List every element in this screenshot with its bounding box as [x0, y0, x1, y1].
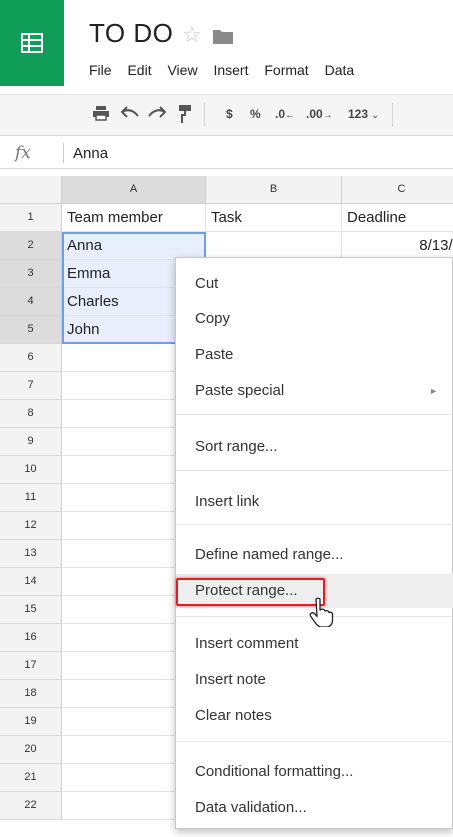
- toolbar-separator: [392, 103, 393, 127]
- formula-input[interactable]: Anna: [73, 145, 108, 162]
- context-menu: Cut Copy Paste Paste special ► Sort range…: [175, 257, 453, 829]
- row-number[interactable]: 7: [0, 372, 62, 400]
- menu-item-conditional-formatting[interactable]: Conditional formatting...: [176, 755, 453, 789]
- row-number[interactable]: 8: [0, 400, 62, 428]
- column-header-b[interactable]: B: [206, 176, 342, 204]
- row-number[interactable]: 13: [0, 540, 62, 568]
- menu-file[interactable]: File: [89, 62, 112, 78]
- formula-bar: fx Anna: [0, 137, 453, 169]
- row-number[interactable]: 2: [0, 232, 62, 260]
- row-number[interactable]: 1: [0, 204, 62, 232]
- menu-separator: [176, 616, 453, 617]
- menu-format[interactable]: Format: [264, 62, 308, 78]
- fx-icon: fx: [15, 143, 31, 163]
- menu-insert[interactable]: Insert: [213, 62, 248, 78]
- cell-c[interactable]: 8/13/2: [342, 232, 453, 260]
- undo-icon[interactable]: [120, 105, 139, 122]
- select-all-corner[interactable]: [0, 176, 62, 204]
- menu-view[interactable]: View: [167, 62, 197, 78]
- row-number[interactable]: 12: [0, 512, 62, 540]
- menu-edit[interactable]: Edit: [127, 62, 151, 78]
- row-number[interactable]: 19: [0, 708, 62, 736]
- redo-icon[interactable]: [148, 105, 167, 122]
- decrease-decimal-label: .0: [275, 107, 286, 121]
- currency-format-button[interactable]: $: [226, 107, 233, 121]
- column-header-a[interactable]: A: [62, 176, 206, 204]
- paste-special-label: Paste special: [195, 382, 285, 399]
- menu-separator: [176, 741, 453, 742]
- menu-item-cut[interactable]: Cut: [176, 267, 453, 301]
- menu-item-define-named-range[interactable]: Define named range...: [176, 538, 453, 572]
- toolbar: $ % .0← .00→ 123 ⌄: [0, 94, 453, 136]
- menu-bar: File Edit View Insert Format Data: [89, 62, 366, 78]
- print-icon[interactable]: [92, 105, 110, 124]
- row-number[interactable]: 6: [0, 344, 62, 372]
- document-title[interactable]: TO DO: [89, 18, 173, 49]
- cell-a[interactable]: Team member: [62, 204, 206, 232]
- submenu-arrow-icon: ►: [429, 386, 438, 396]
- app-header: TO DO ☆ File Edit View Insert Format Dat…: [0, 0, 453, 86]
- menu-item-insert-link[interactable]: Insert link: [176, 485, 453, 519]
- percent-format-button[interactable]: %: [250, 107, 261, 121]
- cell-b[interactable]: [206, 232, 342, 260]
- table-row: 2Anna 8/13/2: [0, 232, 453, 260]
- menu-item-protect-range[interactable]: Protect range...: [176, 574, 453, 608]
- menu-item-sort-range[interactable]: Sort range...: [176, 430, 453, 464]
- cell-c[interactable]: Deadline: [342, 204, 453, 232]
- number-format-dropdown[interactable]: 123 ⌄: [348, 107, 379, 121]
- decrease-decimal-button[interactable]: .0←: [275, 107, 295, 121]
- menu-item-paste[interactable]: Paste: [176, 338, 453, 372]
- menu-item-data-validation[interactable]: Data validation...: [176, 791, 453, 825]
- menu-item-insert-note[interactable]: Insert note: [176, 663, 453, 697]
- star-icon[interactable]: ☆: [182, 22, 202, 48]
- row-number[interactable]: 4: [0, 288, 62, 316]
- row-number[interactable]: 5: [0, 316, 62, 344]
- menu-item-paste-special[interactable]: Paste special ►: [176, 374, 453, 408]
- row-number[interactable]: 18: [0, 680, 62, 708]
- row-number[interactable]: 16: [0, 624, 62, 652]
- menu-separator: [176, 524, 453, 525]
- row-number[interactable]: 14: [0, 568, 62, 596]
- number-format-label: 123: [348, 107, 369, 121]
- row-number[interactable]: 3: [0, 260, 62, 288]
- row-number[interactable]: 11: [0, 484, 62, 512]
- row-number[interactable]: 22: [0, 792, 62, 820]
- table-row: 1 Team member Task Deadline: [0, 204, 453, 232]
- menu-item-copy[interactable]: Copy: [176, 302, 453, 336]
- paint-format-icon[interactable]: [178, 104, 192, 127]
- increase-decimal-button[interactable]: .00→: [306, 107, 333, 121]
- menu-separator: [176, 414, 453, 415]
- row-number[interactable]: 15: [0, 596, 62, 624]
- row-number[interactable]: 10: [0, 456, 62, 484]
- menu-separator: [176, 470, 453, 471]
- sheets-logo-icon[interactable]: [0, 0, 64, 86]
- increase-decimal-label: .00: [306, 107, 323, 121]
- arrow-left-icon: ←: [285, 110, 296, 121]
- menu-item-insert-comment[interactable]: Insert comment: [176, 627, 453, 661]
- chevron-down-icon: ⌄: [371, 110, 379, 120]
- menu-item-clear-notes[interactable]: Clear notes: [176, 699, 453, 733]
- cell-b[interactable]: Task: [206, 204, 342, 232]
- row-number[interactable]: 9: [0, 428, 62, 456]
- toolbar-separator: [204, 103, 205, 127]
- column-header-c[interactable]: C: [342, 176, 453, 204]
- row-number[interactable]: 20: [0, 736, 62, 764]
- folder-icon[interactable]: [212, 28, 234, 45]
- row-number[interactable]: 21: [0, 764, 62, 792]
- formula-bar-separator: [63, 143, 64, 163]
- menu-data[interactable]: Data: [325, 62, 355, 78]
- arrow-right-icon: →: [322, 110, 333, 121]
- cell-a[interactable]: Anna: [62, 232, 206, 260]
- row-number[interactable]: 17: [0, 652, 62, 680]
